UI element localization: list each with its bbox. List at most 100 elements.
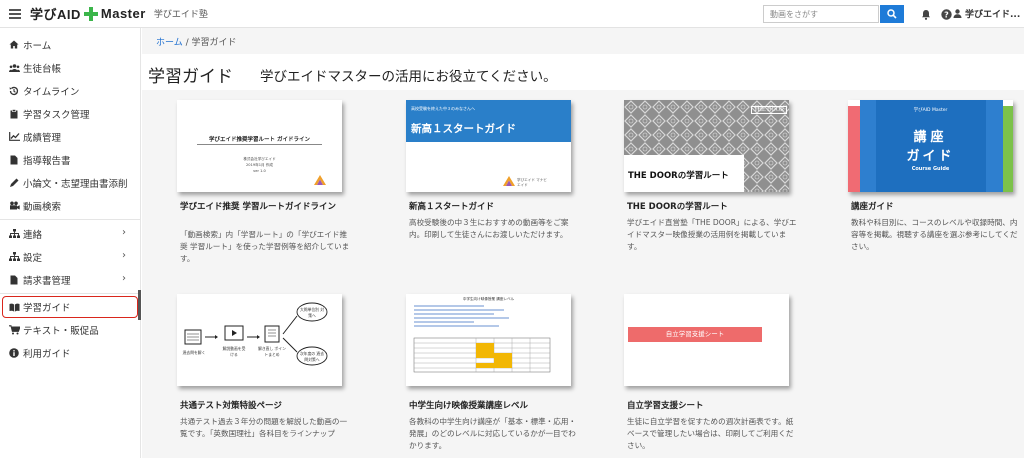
thumb-step: 過去問を解く: [182, 350, 206, 355]
sidebar-item-video-search[interactable]: 動画検索: [0, 194, 140, 217]
bell-icon[interactable]: [920, 8, 932, 20]
guide-thumbnail[interactable]: 学びエイド推奨学習ルート ガイドライン 株式会社学びエイド 2019年1月 作成…: [177, 100, 342, 192]
menu-icon[interactable]: [9, 8, 21, 19]
sidebar-item-tasks[interactable]: 学習タスク管理: [0, 102, 140, 125]
video-icon: [8, 201, 20, 211]
sidebar-item-label: 生徒台帳: [23, 63, 62, 75]
sidebar-item-timeline[interactable]: タイムライン: [0, 79, 140, 102]
sidebar: ホーム 生徒台帳 タイムライン 学習タスク管理 成績管理 指導報告書 小論文・志…: [0, 28, 141, 458]
thumb-logo: THE DOOR: [751, 106, 788, 114]
search-input[interactable]: 動画をさがす: [763, 5, 879, 23]
sidebar-item-label: ホーム: [23, 40, 52, 52]
sidebar-item-home[interactable]: ホーム: [0, 33, 140, 56]
guide-card-description: 共通テスト過去３年分の問題を解説した動画の一覧です。「英数国理社」各科目をライン…: [180, 417, 348, 438]
thumb-step: 次年度の 過去問対策へ: [300, 351, 324, 362]
chevron-right-icon: ›: [122, 273, 126, 284]
home-icon: [8, 40, 20, 50]
sidebar-item-label: 動画検索: [23, 201, 62, 213]
breadcrumb: ホーム / 学習ガイド: [156, 35, 237, 48]
main-content: ホーム / 学習ガイド 学習ガイド 学びエイドマスターの活用にお役立てください。…: [142, 28, 1024, 458]
organization-name: 学びエイド塾: [153, 10, 208, 20]
thumb-level-table: [413, 305, 551, 373]
guide-thumbnail[interactable]: 自立学習支援シート: [624, 294, 789, 386]
thumb-heading: 講座: [913, 130, 948, 145]
user-icon: [953, 9, 962, 18]
search-icon: [887, 9, 897, 19]
guide-card-title[interactable]: 新高１スタートガイド: [409, 202, 577, 214]
thumb-step: 解説動画を受ける: [222, 346, 246, 357]
guide-card-title[interactable]: 中学生向け映像授業講座レベル: [409, 401, 577, 413]
settings-icon: [8, 252, 20, 262]
chevron-right-icon: ›: [122, 227, 126, 238]
guide-card-description: 生徒に自立学習を促すための週次計画表です。紙ベースで管理したい場合は、印刷してご…: [627, 417, 794, 450]
guide-card-title[interactable]: 学びエイド推奨 学習ルートガイドライン: [180, 202, 348, 214]
search-button[interactable]: [880, 5, 904, 23]
sidebar-item-label: 設定: [23, 252, 43, 264]
chart-icon: [8, 132, 20, 142]
thumb-brand: 学びAID Master: [913, 108, 948, 113]
active-indicator: [138, 290, 141, 320]
users-icon: [8, 63, 20, 73]
manabi-logo-icon: [314, 175, 326, 185]
thumb-step: 解き直し ポイントまとめ: [258, 346, 286, 357]
guide-thumbnail[interactable]: 中学生向け映像授業 講座レベル: [406, 294, 571, 386]
sidebar-item-settings[interactable]: 設定 ›: [0, 245, 140, 268]
sidebar-item-essay[interactable]: 小論文・志望理由書添削: [0, 171, 140, 194]
sidebar-item-textbooks[interactable]: テキスト・販促品: [0, 318, 140, 341]
page-header: 学習ガイド 学びエイドマスターの活用にお役立てください。: [142, 54, 1024, 90]
page-title: 学習ガイド: [148, 67, 233, 87]
sidebar-item-usage-guide[interactable]: 利用ガイド: [0, 341, 140, 364]
sidebar-divider: [0, 293, 140, 294]
guide-card-title[interactable]: THE DOORの学習ルート: [627, 202, 795, 214]
sidebar-item-label: 小論文・志望理由書添削: [23, 178, 128, 190]
manabi-logo-icon: [503, 176, 515, 186]
guide-card-title[interactable]: 共通テスト対策特設ページ: [180, 401, 348, 413]
sitemap-icon: [8, 229, 20, 239]
pen-icon: [8, 178, 20, 188]
sidebar-item-label: テキスト・販促品: [23, 325, 99, 337]
book-icon: [8, 302, 20, 312]
thumb-meta: ver 1.0: [253, 169, 266, 173]
sidebar-item-invoices[interactable]: 請求書管理 ›: [0, 268, 140, 291]
sidebar-item-contact[interactable]: 連絡 ›: [0, 222, 140, 245]
thumb-step: 大問単位別 対策へ: [300, 307, 324, 318]
thumb-heading: ガイド: [906, 149, 955, 164]
user-menu[interactable]: 学びエイド...: [953, 7, 1020, 20]
sidebar-item-reports[interactable]: 指導報告書: [0, 148, 140, 171]
breadcrumb-current: 学習ガイド: [191, 38, 237, 48]
sidebar-item-learning-guide[interactable]: 学習ガイド: [2, 296, 138, 318]
help-icon[interactable]: ?: [940, 8, 952, 20]
guide-thumbnail[interactable]: 過去問を解く 解説動画を受ける 解き直し ポイントまとめ 大問単位別 対策へ 次…: [177, 294, 342, 386]
history-icon: [8, 86, 20, 96]
cross-logo-icon: [83, 6, 98, 21]
guide-card-description: 「動画検索」内「学習ルート」の「学びエイド推奨 学習ルート」を使った学習例等を紹…: [180, 230, 350, 263]
thumb-rule: [197, 144, 322, 145]
clipboard-icon: [8, 108, 20, 119]
chevron-right-icon: ›: [122, 250, 126, 261]
document-icon: [8, 155, 20, 165]
sidebar-item-grades[interactable]: 成績管理: [0, 125, 140, 148]
cart-icon: [8, 324, 20, 335]
logo-text-right: Master: [100, 6, 146, 21]
thumb-kicker: 高校受験を終えた中３のみなさんへ: [411, 106, 475, 111]
guide-thumbnail[interactable]: 学びAID Master 講座 ガイド Course Guide: [848, 100, 1013, 192]
guide-card-description: 高校受験後の中３生におすすめの動画等をご案内。印刷して生徒さんにお渡しいただけま…: [409, 218, 569, 239]
invoice-icon: [8, 275, 20, 285]
guide-card-title[interactable]: 自立学習支援シート: [627, 401, 795, 413]
guide-thumbnail[interactable]: 高校受験を終えた中３のみなさんへ 新高１スタートガイド 学びエイド マナビエイド: [406, 100, 571, 192]
svg-text:?: ?: [944, 10, 949, 19]
breadcrumb-home-link[interactable]: ホーム: [156, 38, 183, 48]
sidebar-item-label: 学習タスク管理: [23, 109, 90, 121]
guide-thumbnail[interactable]: THE DOOR THE DOORの学習ルート: [624, 100, 789, 192]
app-logo[interactable]: 学びAID Master: [30, 4, 146, 23]
thumb-heading: 新高１スタートガイド: [411, 123, 516, 135]
sidebar-item-label: 学習ガイド: [23, 303, 71, 314]
sidebar-item-students[interactable]: 生徒台帳: [0, 56, 140, 79]
guide-card-title[interactable]: 講座ガイド: [851, 202, 1019, 214]
sidebar-item-label: 連絡: [23, 229, 43, 241]
guide-card-description: 教科や科目別に、コースのレベルや収録時間、内容等を掲載。視聴する講座を選ぶ参考に…: [851, 218, 1018, 251]
guide-card-description: 各教科の中学生向け講座が「基本・標準・応用・発展」のどのレベルに対応しているかが…: [409, 417, 577, 450]
thumb-sub: Course Guide: [911, 166, 950, 172]
sidebar-item-label: 利用ガイド: [23, 348, 71, 360]
page-subtitle: 学びエイドマスターの活用にお役立てください。: [260, 69, 557, 85]
